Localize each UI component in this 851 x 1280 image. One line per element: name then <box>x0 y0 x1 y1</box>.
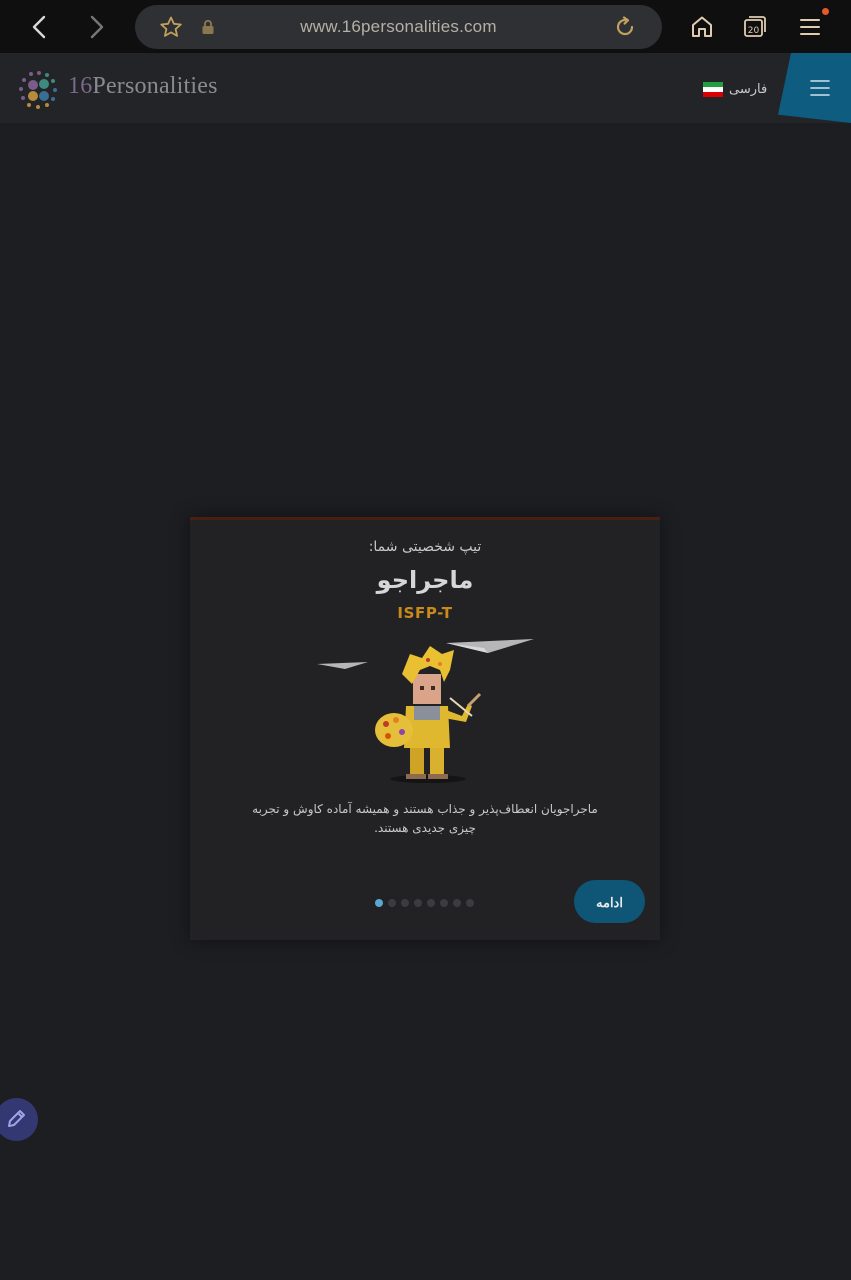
home-icon[interactable] <box>689 14 715 40</box>
adventurer-illustration <box>317 639 534 783</box>
address-bar[interactable]: www.16personalities.com <box>135 5 662 49</box>
continue-button[interactable]: ادامه <box>574 880 645 923</box>
reload-icon[interactable] <box>613 15 637 39</box>
personality-type-name: ماجراجو <box>376 566 474 594</box>
result-card: تیپ شخصیتی شما: ماجراجو ISFP-T ماجراجویا… <box>190 517 660 940</box>
logo-wordmark[interactable]: 16Personalities <box>68 73 218 100</box>
personality-type-code: ISFP-T <box>397 604 453 622</box>
pagination-dot[interactable] <box>453 899 461 907</box>
site-header: 16Personalities فارسی <box>0 53 851 123</box>
tabs-count: 20 <box>748 26 760 36</box>
pagination-dot[interactable] <box>466 899 474 907</box>
pagination-dots <box>375 899 479 907</box>
edit-floating-button[interactable] <box>0 1098 38 1141</box>
logo-icon[interactable] <box>16 67 62 113</box>
site-menu-button[interactable] <box>778 53 851 123</box>
language-selector[interactable]: فارسی <box>703 80 767 98</box>
pagination-dot[interactable] <box>440 899 448 907</box>
notification-dot <box>822 8 829 15</box>
tabs-icon[interactable]: 20 <box>742 14 768 40</box>
pagination-dot[interactable] <box>401 899 409 907</box>
pagination-dot[interactable] <box>388 899 396 907</box>
browser-toolbar: www.16personalities.com 20 <box>0 0 851 53</box>
card-label: تیپ شخصیتی شما: <box>368 539 482 555</box>
pencil-icon <box>8 1110 25 1127</box>
logo-word: Personalities <box>92 73 218 99</box>
menu-icon[interactable] <box>797 14 823 40</box>
hamburger-icon <box>810 80 830 96</box>
logo-number: 16 <box>68 73 93 99</box>
forward-icon[interactable] <box>82 12 110 42</box>
iran-flag-icon <box>703 81 723 97</box>
url-text: www.16personalities.com <box>300 17 497 36</box>
back-icon[interactable] <box>26 12 54 42</box>
type-description: ماجراجویان انعطاف‌پذیر و جذاب هستند و هم… <box>252 802 598 835</box>
pagination-dot[interactable] <box>427 899 435 907</box>
language-label: فارسی <box>729 81 768 97</box>
pagination-dot[interactable] <box>375 899 383 907</box>
pagination-dot[interactable] <box>414 899 422 907</box>
